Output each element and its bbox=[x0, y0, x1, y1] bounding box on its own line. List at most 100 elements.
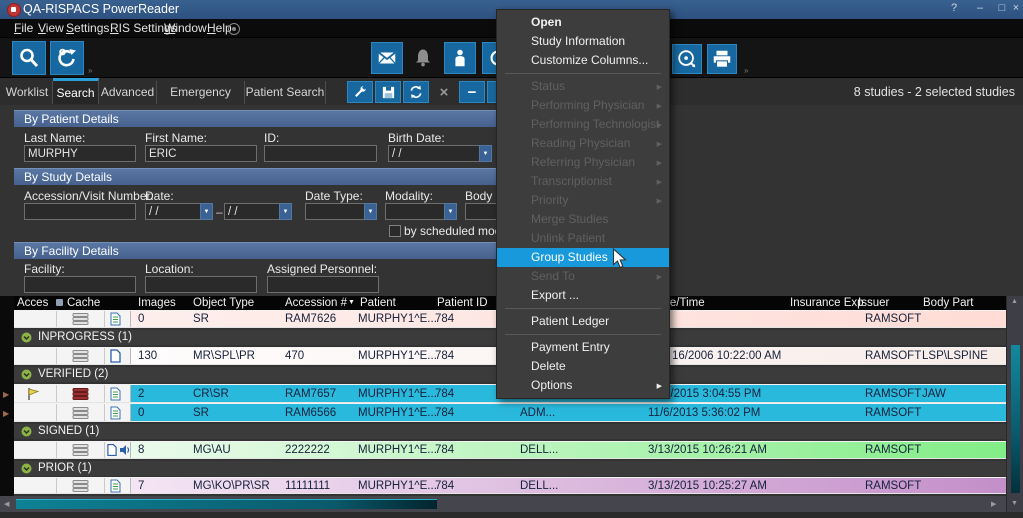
cell-issuer: RAMSOFT bbox=[865, 313, 921, 325]
scroll-down-icon[interactable]: ▼ bbox=[1011, 500, 1018, 507]
tools-button[interactable] bbox=[347, 81, 373, 103]
chevron-down-icon: ▼ bbox=[204, 209, 210, 215]
flag-icon bbox=[26, 387, 40, 401]
col-acces[interactable]: Acces bbox=[17, 297, 48, 309]
menu-item-delete[interactable]: Delete bbox=[497, 357, 669, 376]
tab-advanced[interactable]: Advanced bbox=[99, 81, 157, 104]
cell-patient-id: 784 bbox=[435, 407, 454, 419]
menu-item-customize-columns[interactable]: Customize Columns... bbox=[497, 51, 669, 70]
location-input[interactable] bbox=[145, 276, 257, 293]
menu-item-patient-ledger[interactable]: Patient Ledger bbox=[497, 312, 669, 331]
minimize-button[interactable]: – bbox=[972, 2, 988, 14]
cell-extra: DELL... bbox=[520, 480, 558, 492]
menu-item-transcriptionist: Transcriptionist▶ bbox=[497, 172, 669, 191]
group-header-signed[interactable]: SIGNED (1) bbox=[14, 424, 1006, 439]
menu-file[interactable]: File bbox=[14, 21, 33, 35]
toolbar-overflow-icon[interactable]: » bbox=[88, 66, 92, 75]
scroll-up-icon[interactable]: ▲ bbox=[1011, 298, 1018, 305]
col-issuer[interactable]: Issuer bbox=[858, 297, 889, 309]
col-patient[interactable]: Patient bbox=[360, 297, 396, 309]
submenu-arrow-icon: ▶ bbox=[657, 116, 662, 135]
col-insurance-exp[interactable]: Insurance Exp bbox=[790, 297, 864, 309]
date-to-input[interactable] bbox=[224, 203, 280, 220]
menu-separator bbox=[505, 308, 661, 309]
col-patient-id[interactable]: Patient ID bbox=[437, 297, 488, 309]
group-header-prior[interactable]: PRIOR (1) bbox=[14, 461, 1006, 476]
date-label: Date: bbox=[145, 189, 174, 203]
cache-stack-icon bbox=[72, 350, 89, 363]
scroll-left-icon[interactable]: ◀ bbox=[4, 500, 9, 508]
cell-images: 7 bbox=[138, 480, 144, 492]
row-icon-cells bbox=[14, 442, 131, 458]
print-button[interactable] bbox=[707, 44, 737, 74]
col-images[interactable]: Images bbox=[138, 297, 176, 309]
mail-button[interactable] bbox=[371, 42, 403, 74]
scheduled-modality-checkbox[interactable] bbox=[389, 225, 401, 237]
save-button[interactable] bbox=[375, 81, 401, 103]
cell-object-type: MG\AU bbox=[193, 444, 231, 456]
vertical-scrollbar[interactable]: ▲ ▼ bbox=[1006, 296, 1023, 512]
date-from-dropdown-button[interactable]: ▼ bbox=[200, 203, 213, 220]
first-name-input[interactable] bbox=[145, 145, 257, 162]
horizontal-scrollbar[interactable]: ◀ ▶ bbox=[0, 496, 1006, 512]
modality-select[interactable] bbox=[385, 203, 445, 220]
date-to-dropdown-button[interactable]: ▼ bbox=[279, 203, 292, 220]
close-button[interactable]: × bbox=[1008, 2, 1023, 14]
menu-item-export[interactable]: Export ... bbox=[497, 286, 669, 305]
last-name-input[interactable] bbox=[24, 145, 136, 162]
col-object-type[interactable]: Object Type bbox=[193, 297, 254, 309]
menu-separator bbox=[505, 73, 661, 74]
date-type-select[interactable] bbox=[305, 203, 365, 220]
col-body-part[interactable]: Body Part bbox=[923, 297, 974, 309]
help-button[interactable]: ? bbox=[946, 2, 962, 14]
tab-worklist[interactable]: Worklist bbox=[2, 81, 53, 104]
search-button[interactable] bbox=[12, 41, 46, 75]
col-cache[interactable]: Cache bbox=[67, 297, 100, 309]
table-row[interactable]: 7 MG\KO\PR\SR 11111111 MURPHY1^E... 784 … bbox=[14, 477, 1006, 494]
minus-button[interactable]: − bbox=[459, 81, 485, 103]
cell-date-time: 16/2006 10:22:00 AM bbox=[672, 350, 781, 362]
cell-issuer: RAMSOFT bbox=[865, 350, 921, 362]
date-type-dropdown-button[interactable]: ▼ bbox=[364, 203, 377, 220]
refresh-button[interactable] bbox=[403, 81, 429, 103]
menu-item-open[interactable]: Open bbox=[497, 13, 669, 32]
cache-stack-icon bbox=[72, 313, 89, 326]
tab-search[interactable]: Search bbox=[53, 78, 99, 104]
document-icon bbox=[110, 387, 121, 401]
table-row[interactable]: 8 MG\AU 2222222 MURPHY1^E... 784 DELL...… bbox=[14, 441, 1006, 459]
tab-patient-search[interactable]: Patient Search bbox=[245, 81, 326, 104]
col-accession[interactable]: Accession # bbox=[285, 297, 347, 309]
scroll-right-icon[interactable]: ▶ bbox=[991, 500, 996, 508]
context-menu: Open Study Information Customize Columns… bbox=[496, 9, 670, 399]
cell-extra: ADM... bbox=[520, 407, 555, 419]
patient-button[interactable] bbox=[444, 42, 476, 74]
save-icon bbox=[381, 85, 396, 100]
menu-item-study-information[interactable]: Study Information bbox=[497, 32, 669, 51]
vertical-scroll-thumb[interactable] bbox=[1011, 345, 1020, 493]
accession-input[interactable] bbox=[24, 203, 136, 220]
facility-input[interactable] bbox=[24, 276, 136, 293]
menu-view[interactable]: View bbox=[38, 21, 64, 35]
table-row-selected[interactable]: 0 SR RAM6566 MURPHY1^E... 784 ADM... 11/… bbox=[14, 403, 1006, 422]
menu-item-group-studies[interactable]: Group Studies bbox=[497, 248, 669, 267]
id-input[interactable] bbox=[264, 145, 377, 162]
birth-date-input[interactable] bbox=[388, 145, 480, 162]
menu-item-options[interactable]: Options▶ bbox=[497, 376, 669, 395]
menu-settings[interactable]: Settings bbox=[66, 21, 109, 35]
clear-search-button[interactable]: × bbox=[431, 81, 457, 103]
birth-date-dropdown-button[interactable]: ▼ bbox=[479, 145, 492, 162]
horizontal-scroll-thumb[interactable] bbox=[16, 499, 437, 509]
menubar-extra-icon[interactable] bbox=[228, 23, 240, 35]
menu-window[interactable]: Window bbox=[164, 21, 207, 35]
cell-object-type: SR bbox=[193, 313, 209, 325]
tab-emergency-access[interactable]: Emergency Access bbox=[157, 81, 245, 104]
modality-dropdown-button[interactable]: ▼ bbox=[444, 203, 457, 220]
date-from-input[interactable] bbox=[145, 203, 201, 220]
reset-search-button[interactable] bbox=[50, 41, 84, 75]
menu-item-payment-entry[interactable]: Payment Entry bbox=[497, 338, 669, 357]
toolbar-overflow-icon-2[interactable]: » bbox=[744, 66, 748, 75]
notifications-button[interactable] bbox=[407, 42, 439, 74]
cell-object-type: CR\SR bbox=[193, 388, 229, 400]
burn-disc-button[interactable] bbox=[672, 44, 702, 74]
assigned-personnel-input[interactable] bbox=[267, 276, 379, 293]
